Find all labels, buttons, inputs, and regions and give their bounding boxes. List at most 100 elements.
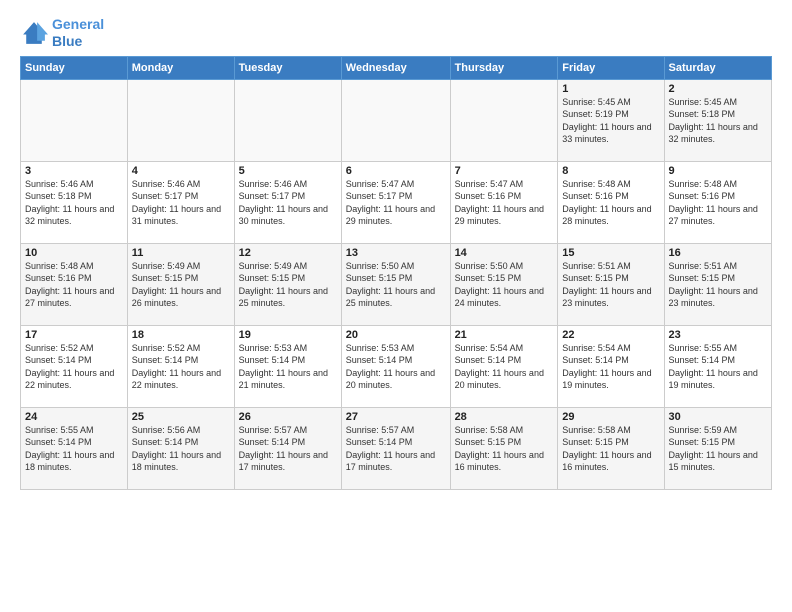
calendar-cell (234, 79, 341, 161)
day-info: Sunrise: 5:49 AMSunset: 5:15 PMDaylight:… (239, 260, 337, 310)
day-number: 10 (25, 247, 123, 259)
day-number: 20 (346, 329, 446, 341)
day-number: 5 (239, 165, 337, 177)
calendar-cell: 10Sunrise: 5:48 AMSunset: 5:16 PMDayligh… (21, 243, 128, 325)
calendar-cell: 27Sunrise: 5:57 AMSunset: 5:14 PMDayligh… (341, 407, 450, 489)
calendar-cell: 28Sunrise: 5:58 AMSunset: 5:15 PMDayligh… (450, 407, 558, 489)
day-number: 4 (132, 165, 230, 177)
day-info: Sunrise: 5:57 AMSunset: 5:14 PMDaylight:… (346, 424, 446, 474)
header: General Blue (20, 16, 772, 50)
weekday-tuesday: Tuesday (234, 56, 341, 79)
day-info: Sunrise: 5:46 AMSunset: 5:17 PMDaylight:… (239, 178, 337, 228)
calendar-cell: 22Sunrise: 5:54 AMSunset: 5:14 PMDayligh… (558, 325, 664, 407)
day-number: 19 (239, 329, 337, 341)
day-number: 28 (455, 411, 554, 423)
calendar-cell: 8Sunrise: 5:48 AMSunset: 5:16 PMDaylight… (558, 161, 664, 243)
calendar-body: 1Sunrise: 5:45 AMSunset: 5:19 PMDaylight… (21, 79, 772, 489)
day-number: 14 (455, 247, 554, 259)
day-info: Sunrise: 5:51 AMSunset: 5:15 PMDaylight:… (562, 260, 659, 310)
day-info: Sunrise: 5:55 AMSunset: 5:14 PMDaylight:… (25, 424, 123, 474)
page: General Blue SundayMondayTuesdayWednesda… (0, 0, 792, 500)
day-info: Sunrise: 5:46 AMSunset: 5:18 PMDaylight:… (25, 178, 123, 228)
day-number: 23 (669, 329, 767, 341)
day-info: Sunrise: 5:47 AMSunset: 5:16 PMDaylight:… (455, 178, 554, 228)
week-row-1: 1Sunrise: 5:45 AMSunset: 5:19 PMDaylight… (21, 79, 772, 161)
weekday-thursday: Thursday (450, 56, 558, 79)
calendar-cell: 29Sunrise: 5:58 AMSunset: 5:15 PMDayligh… (558, 407, 664, 489)
day-info: Sunrise: 5:46 AMSunset: 5:17 PMDaylight:… (132, 178, 230, 228)
calendar-cell: 17Sunrise: 5:52 AMSunset: 5:14 PMDayligh… (21, 325, 128, 407)
day-info: Sunrise: 5:53 AMSunset: 5:14 PMDaylight:… (346, 342, 446, 392)
day-info: Sunrise: 5:48 AMSunset: 5:16 PMDaylight:… (562, 178, 659, 228)
calendar-cell: 19Sunrise: 5:53 AMSunset: 5:14 PMDayligh… (234, 325, 341, 407)
weekday-monday: Monday (127, 56, 234, 79)
day-number: 7 (455, 165, 554, 177)
day-number: 30 (669, 411, 767, 423)
calendar-cell: 3Sunrise: 5:46 AMSunset: 5:18 PMDaylight… (21, 161, 128, 243)
calendar-cell: 23Sunrise: 5:55 AMSunset: 5:14 PMDayligh… (664, 325, 771, 407)
calendar-cell (127, 79, 234, 161)
day-info: Sunrise: 5:57 AMSunset: 5:14 PMDaylight:… (239, 424, 337, 474)
day-number: 9 (669, 165, 767, 177)
calendar-cell: 11Sunrise: 5:49 AMSunset: 5:15 PMDayligh… (127, 243, 234, 325)
calendar-header: SundayMondayTuesdayWednesdayThursdayFrid… (21, 56, 772, 79)
weekday-saturday: Saturday (664, 56, 771, 79)
calendar-cell: 1Sunrise: 5:45 AMSunset: 5:19 PMDaylight… (558, 79, 664, 161)
calendar-cell: 13Sunrise: 5:50 AMSunset: 5:15 PMDayligh… (341, 243, 450, 325)
day-number: 27 (346, 411, 446, 423)
week-row-2: 3Sunrise: 5:46 AMSunset: 5:18 PMDaylight… (21, 161, 772, 243)
calendar-cell: 5Sunrise: 5:46 AMSunset: 5:17 PMDaylight… (234, 161, 341, 243)
day-info: Sunrise: 5:56 AMSunset: 5:14 PMDaylight:… (132, 424, 230, 474)
day-info: Sunrise: 5:51 AMSunset: 5:15 PMDaylight:… (669, 260, 767, 310)
calendar-cell: 18Sunrise: 5:52 AMSunset: 5:14 PMDayligh… (127, 325, 234, 407)
day-info: Sunrise: 5:45 AMSunset: 5:19 PMDaylight:… (562, 96, 659, 146)
calendar-cell: 6Sunrise: 5:47 AMSunset: 5:17 PMDaylight… (341, 161, 450, 243)
day-number: 22 (562, 329, 659, 341)
day-number: 16 (669, 247, 767, 259)
calendar-cell: 15Sunrise: 5:51 AMSunset: 5:15 PMDayligh… (558, 243, 664, 325)
day-number: 25 (132, 411, 230, 423)
day-info: Sunrise: 5:48 AMSunset: 5:16 PMDaylight:… (25, 260, 123, 310)
calendar-cell: 2Sunrise: 5:45 AMSunset: 5:18 PMDaylight… (664, 79, 771, 161)
weekday-friday: Friday (558, 56, 664, 79)
day-info: Sunrise: 5:49 AMSunset: 5:15 PMDaylight:… (132, 260, 230, 310)
day-info: Sunrise: 5:52 AMSunset: 5:14 PMDaylight:… (132, 342, 230, 392)
calendar-cell: 21Sunrise: 5:54 AMSunset: 5:14 PMDayligh… (450, 325, 558, 407)
day-number: 26 (239, 411, 337, 423)
calendar-cell: 4Sunrise: 5:46 AMSunset: 5:17 PMDaylight… (127, 161, 234, 243)
day-number: 3 (25, 165, 123, 177)
week-row-3: 10Sunrise: 5:48 AMSunset: 5:16 PMDayligh… (21, 243, 772, 325)
day-info: Sunrise: 5:47 AMSunset: 5:17 PMDaylight:… (346, 178, 446, 228)
logo-icon (20, 19, 48, 47)
day-info: Sunrise: 5:50 AMSunset: 5:15 PMDaylight:… (455, 260, 554, 310)
day-info: Sunrise: 5:52 AMSunset: 5:14 PMDaylight:… (25, 342, 123, 392)
day-info: Sunrise: 5:45 AMSunset: 5:18 PMDaylight:… (669, 96, 767, 146)
logo-text: General Blue (52, 16, 104, 50)
day-info: Sunrise: 5:50 AMSunset: 5:15 PMDaylight:… (346, 260, 446, 310)
day-number: 2 (669, 83, 767, 95)
day-number: 29 (562, 411, 659, 423)
day-info: Sunrise: 5:58 AMSunset: 5:15 PMDaylight:… (562, 424, 659, 474)
calendar-cell: 24Sunrise: 5:55 AMSunset: 5:14 PMDayligh… (21, 407, 128, 489)
calendar-cell: 25Sunrise: 5:56 AMSunset: 5:14 PMDayligh… (127, 407, 234, 489)
calendar: SundayMondayTuesdayWednesdayThursdayFrid… (20, 56, 772, 490)
day-number: 21 (455, 329, 554, 341)
calendar-cell (341, 79, 450, 161)
weekday-sunday: Sunday (21, 56, 128, 79)
day-info: Sunrise: 5:58 AMSunset: 5:15 PMDaylight:… (455, 424, 554, 474)
day-number: 12 (239, 247, 337, 259)
calendar-cell: 14Sunrise: 5:50 AMSunset: 5:15 PMDayligh… (450, 243, 558, 325)
day-number: 6 (346, 165, 446, 177)
day-info: Sunrise: 5:54 AMSunset: 5:14 PMDaylight:… (455, 342, 554, 392)
calendar-cell (21, 79, 128, 161)
day-number: 1 (562, 83, 659, 95)
day-number: 13 (346, 247, 446, 259)
day-number: 18 (132, 329, 230, 341)
day-info: Sunrise: 5:53 AMSunset: 5:14 PMDaylight:… (239, 342, 337, 392)
week-row-5: 24Sunrise: 5:55 AMSunset: 5:14 PMDayligh… (21, 407, 772, 489)
calendar-cell (450, 79, 558, 161)
day-info: Sunrise: 5:54 AMSunset: 5:14 PMDaylight:… (562, 342, 659, 392)
day-info: Sunrise: 5:59 AMSunset: 5:15 PMDaylight:… (669, 424, 767, 474)
calendar-cell: 30Sunrise: 5:59 AMSunset: 5:15 PMDayligh… (664, 407, 771, 489)
calendar-cell: 16Sunrise: 5:51 AMSunset: 5:15 PMDayligh… (664, 243, 771, 325)
